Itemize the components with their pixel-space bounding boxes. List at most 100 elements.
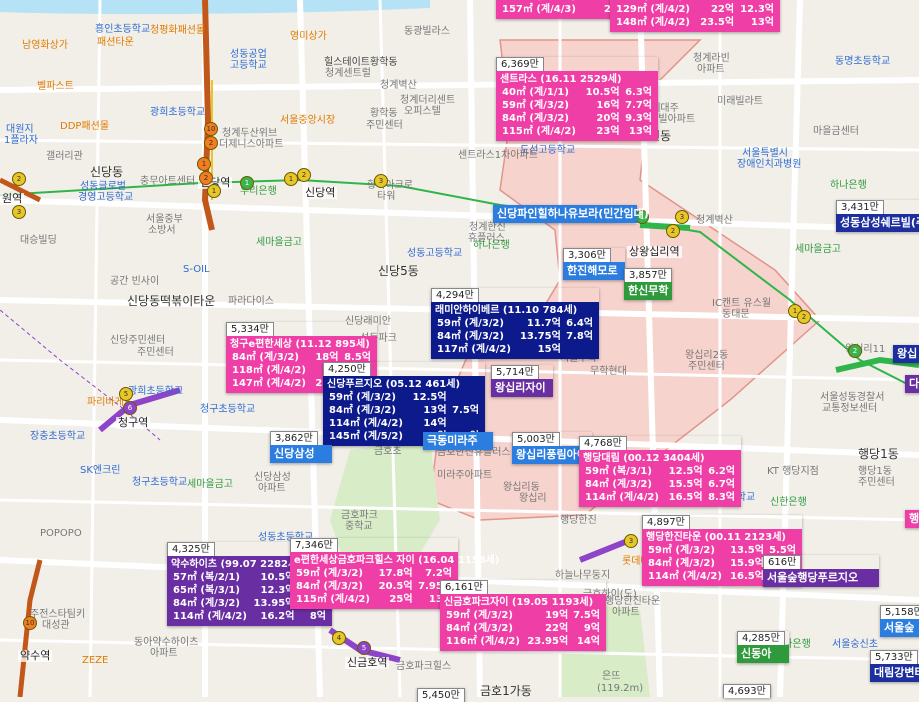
jeonse-price [449,417,481,430]
subway-exit-marker[interactable]: 2 [199,171,213,185]
unit-size: 59㎡ (계/3/2) [329,392,396,403]
map-place-label: POPOPO [40,528,82,539]
apartment-price-card[interactable]: 3,431만성동삼성쉐르빌(주상) [836,200,919,232]
price-row: 129㎡ (계/4/2) 22억 12.3억 [614,3,776,16]
map-place-label: 충무아트센터 [140,176,196,187]
subway-exit-marker[interactable]: 5 [357,641,371,655]
subway-exit-marker[interactable]: 10 [23,616,37,630]
subway-exit-marker[interactable]: 2 [797,310,811,324]
apartment-price-card[interactable]: 7,346만 e편한세상금호파크힐스 자이 (16.04 1156세) 59㎡ (계… [290,538,500,609]
map-place-label: 행당1동 [858,447,899,461]
map-place-label: 청계벽산 [380,80,417,91]
map-place-label: 공간 빈사이 [110,276,160,287]
apartment-price-card[interactable]: 4,285만 신동아 [737,631,789,663]
apartment-name: 청구e편한세상 (11.12 895세) [230,339,370,350]
apartment-price-card[interactable]: 5,450만 [417,688,465,702]
apartment-price-card[interactable]: 5,714만 왕십리자이 [491,365,553,397]
price-per-pyeong: 4,285만 [737,631,785,645]
unit-size: 117㎡ (계/4/2) [437,344,511,355]
subway-exit-marker[interactable]: 2 [204,136,218,150]
price-per-pyeong: 7,346만 [290,538,338,552]
apartment-price-card[interactable]: 6,161만 신금호파크자이 (19.05 1193세) 59㎡ (계/3/2) 19… [440,580,606,651]
unit-size: 59㎡ (계/3/2) [437,318,504,329]
sale-price: 25억 [389,594,413,605]
apartment-price-card[interactable]: 6,369만 센트라스 (16.11 2529세) 40㎡ (계/1/1) 10.5억… [496,57,658,141]
apartment-price-card[interactable]: 5,158만 서울숲 [880,605,919,637]
apartment-price-card[interactable]: 신당파인힐하나유보라(민간임대) [493,205,649,223]
apartment-price-card[interactable]: 3,862만 신당삼성 [270,431,332,463]
map-place-label: KT 행당지점 [767,466,819,477]
map-place-label: 왕십리 [519,493,547,504]
apartment-price-card[interactable]: 3,857만 한신무학 [624,268,672,300]
apartment-name: 신당삼성 [274,447,315,460]
price-per-pyeong: 6,369만 [496,57,544,71]
station-label: 원역 [0,192,25,205]
map-place-label: S-OIL [183,264,210,275]
subway-exit-marker[interactable]: 10 [204,122,218,136]
subway-exit-marker[interactable]: 3 [374,174,388,188]
subway-exit-marker[interactable]: 2 [12,172,26,186]
map-place-label: 은뜨 [602,671,621,682]
map-place-label: 벨파스트 [37,81,74,92]
sale-price: 11.7억 [526,318,561,329]
subway-exit-marker[interactable]: 3 [12,205,26,219]
map-place-label: 행당한진 [560,515,597,526]
subway-exit-marker[interactable]: 5 [119,387,133,401]
map-place-label: 주민센터 [858,477,895,488]
map-place-label: 흥인초등학교 [95,24,151,35]
subway-exit-marker[interactable]: 4 [332,631,346,645]
subway-exit-marker[interactable]: 1 [197,157,211,171]
subway-exit-marker[interactable]: 3 [624,534,638,548]
price-per-pyeong: 616만 [763,555,802,569]
map-place-label: 광희초등학교 [128,386,184,397]
subway-exit-marker[interactable]: 1 [284,172,298,186]
sale-price: 17.8억 [378,568,413,579]
sale-price: 15.5억 [668,479,703,490]
apartment-price-card[interactable]: 극동미라주 [423,432,493,450]
price-row: 59㎡ (계/3/2) 16억 7.7억 [500,99,654,112]
price-row: 59㎡ (복/3/1) 12.5억 6.2억 [583,465,737,478]
price-row: 114㎡ (계/4/2) 16.2억 8억 [171,610,328,623]
apartment-price-card[interactable]: 4,294만 래미안하이베르 (11.10 784세) 59㎡ (계/3/2) 11.… [431,288,599,359]
subway-exit-marker[interactable]: 3 [675,210,689,224]
price-row: 115㎡ (계/4/2) 23억 13억 [500,125,654,138]
map-place-label: 동광빌라스 [404,26,450,37]
unit-size: 40㎡ (계/1/1) [502,87,569,98]
apartment-price-card[interactable]: 84㎡ (계/3/2)18.5억9억129㎡ (계/4/2)22억12.3억14… [610,0,780,32]
subway-exit-marker[interactable]: 2 [848,344,862,358]
jeonse-price: 12.3억 [740,4,774,15]
map-place-label: 갤러리관 [46,151,83,162]
price-row: 59㎡ (계/3/2) 19억 7.5억 [444,609,602,622]
subway-exit-marker[interactable]: 2 [666,224,680,238]
apartment-price-card[interactable]: 616만 서울숲행당푸르지오 [763,555,879,587]
apartment-price-card[interactable]: 왕십 [893,345,919,363]
map-place-label: 서울중앙시장 [280,115,336,126]
apartment-name: e편한세상금호파크힐스 자이 (16.04 1156세) [294,555,500,566]
apartment-price-card[interactable]: 5,733만대림강변타운 [870,650,919,682]
price-per-pyeong: 4,693만 [723,684,771,698]
map-place-label: 아파트 [258,483,286,494]
price-row: 59㎡ (계/3/2) 12.5억 [327,391,481,404]
sale-price: 15억 [537,344,561,355]
apartment-price-card[interactable]: 3,306만 한진해모로 [563,248,625,280]
subway-exit-marker[interactable]: 1 [207,184,221,198]
apartment-price-card[interactable]: 4,768만 행당대림 (00.12 3404세) 59㎡ (복/3/1) 12.5억… [579,436,741,507]
sale-price: 13.75억 [519,331,561,342]
apartment-price-card[interactable]: 행당 [905,510,919,528]
price-per-pyeong: 4,325만 [167,542,215,556]
subway-exit-marker[interactable]: 6 [123,401,137,415]
map-place-label: 성동고등학교 [407,248,463,259]
map-place-label: 무학현대 [590,366,627,377]
apartment-price-card[interactable]: 4,693만 [723,684,771,698]
price-per-pyeong: 5,334만 [226,322,274,336]
jeonse-price: 9.3억 [625,113,652,124]
apartment-name: 신당파인힐하나유보라(민간임대) [497,207,649,220]
apartment-price-card[interactable]: 다 [905,375,919,393]
subway-exit-marker[interactable]: 2 [297,168,311,182]
unit-size: 65㎡ (복/3/1) [173,585,240,596]
subway-exit-marker[interactable]: 1 [240,176,254,190]
unit-size: 114㎡ (계/4/2) [585,492,659,503]
map-place-label: 주민센터 [688,361,725,372]
unit-size: 84㎡ (계/3/2) [585,479,652,490]
price-row: 59㎡ (계/3/2) 11.7억 6.4억 [435,317,595,330]
